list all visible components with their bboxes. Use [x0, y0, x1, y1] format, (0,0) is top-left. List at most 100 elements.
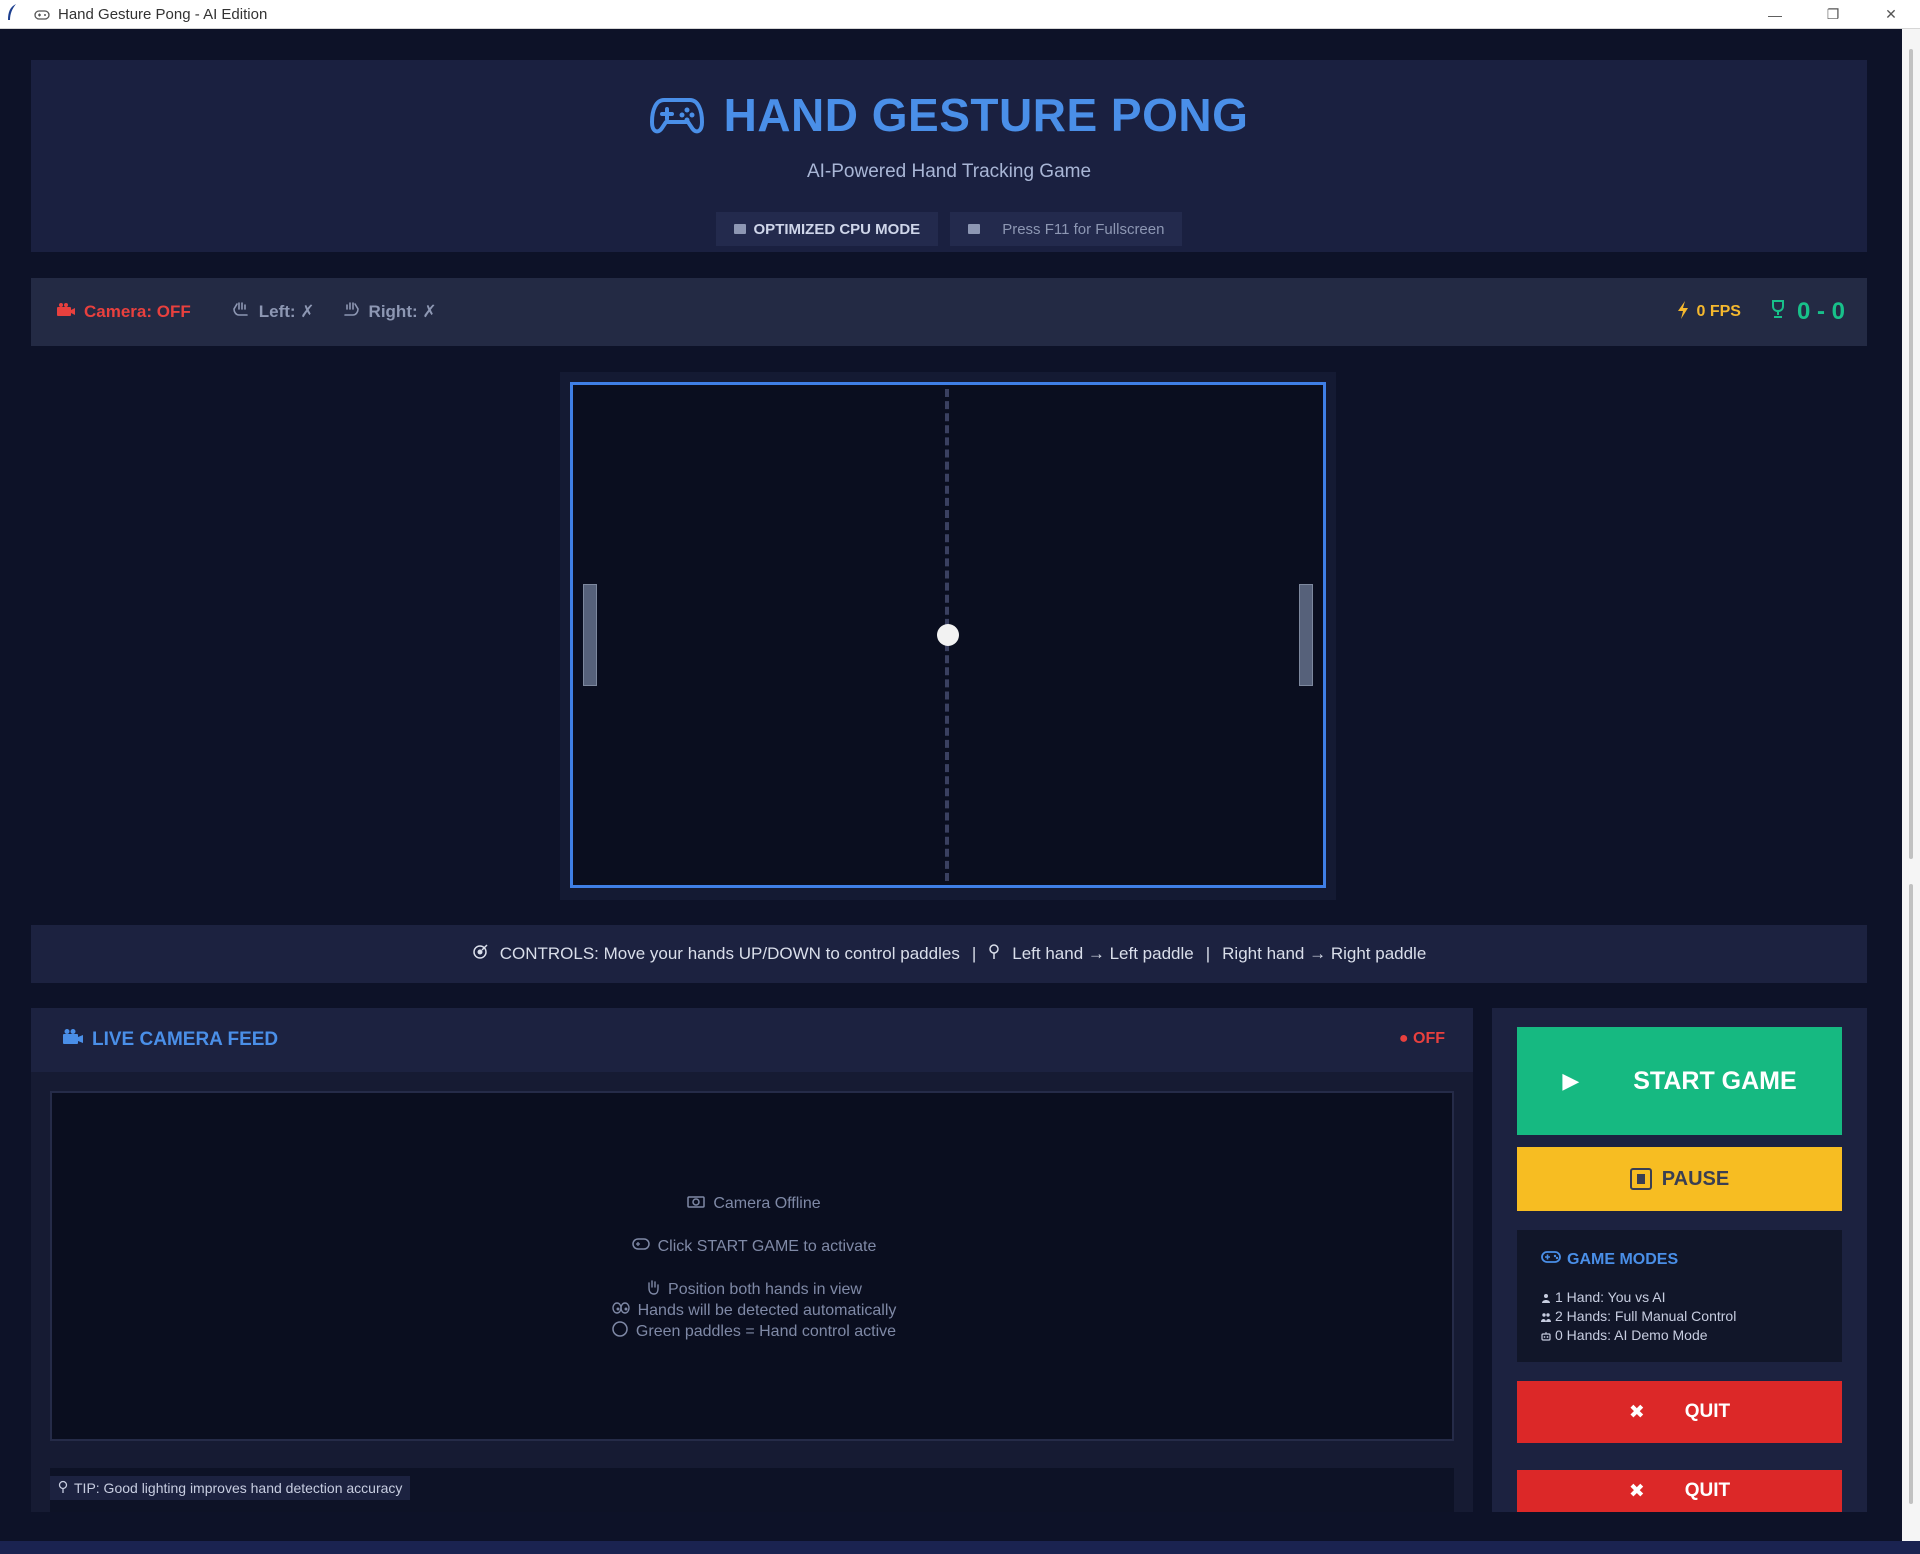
- vertical-scrollbar[interactable]: [1902, 29, 1920, 1541]
- cpu-mode-label: OPTIMIZED CPU MODE: [753, 220, 921, 238]
- camera-status: Camera: OFF: [56, 302, 191, 323]
- side-panel: ▶ START GAME PAUSE GAME MODES 1 Hand: Yo…: [1492, 1008, 1867, 1512]
- left-hand-mapping: Left hand → Left paddle: [1012, 944, 1194, 963]
- camera-status-label: Camera: OFF: [84, 302, 191, 321]
- camera-offline-messages: Camera Offline Click START GAME to activ…: [52, 1193, 1456, 1342]
- cpu-mode-badge: OPTIMIZED CPU MODE: [715, 212, 939, 246]
- list-item: 0 Hands: AI Demo Mode: [1541, 1326, 1736, 1345]
- window-controls: — ❐ ✕: [1746, 0, 1920, 29]
- quit-label: QUIT: [1684, 1480, 1731, 1501]
- scrollbar-thumb-lower[interactable]: [1909, 884, 1913, 1504]
- taskbar-edge: [0, 1541, 1920, 1554]
- controls-text: CONTROLS: Move your hands UP/DOWN to con…: [499, 944, 960, 963]
- left-hand-status: Left: ✗: [231, 301, 315, 324]
- page-title: HAND GESTURE PONG: [723, 89, 1249, 141]
- camera-view: Camera Offline Click START GAME to activ…: [50, 1091, 1454, 1441]
- activate-line: Click START GAME to activate: [52, 1236, 1456, 1257]
- page-subtitle: AI-Powered Hand Tracking Game: [806, 161, 1092, 182]
- circle-icon: [612, 1321, 628, 1342]
- pong-canvas[interactable]: [570, 382, 1326, 888]
- fullscreen-badge: Press F11 for Fullscreen: [950, 212, 1183, 246]
- camera-offline-line: Camera Offline: [52, 1193, 1456, 1214]
- fps-value: 0 FPS: [1696, 303, 1741, 320]
- left-hand-label: Left: ✗: [258, 302, 315, 321]
- feather-app-icon: [6, 3, 22, 26]
- tip-text: TIP: Good lighting improves hand detecti…: [74, 1480, 403, 1496]
- fps-counter: 0 FPS: [1677, 300, 1741, 324]
- gamepad-icon: [1541, 1250, 1561, 1269]
- position-line: Position both hands in view: [52, 1279, 1456, 1300]
- fullscreen-hint: Press F11 for Fullscreen: [1002, 220, 1165, 238]
- auto-detect-text: Hands will be detected automatically: [637, 1301, 897, 1319]
- green-paddle-line: Green paddles = Hand control active: [52, 1321, 1456, 1342]
- game-modes-title: GAME MODES: [1541, 1250, 1678, 1269]
- window-titlebar: Hand Gesture Pong - AI Edition — ❐ ✕: [0, 0, 1920, 29]
- mode-zero-hands: 0 Hands: AI Demo Mode: [1555, 1327, 1708, 1343]
- monitor-icon: [968, 224, 981, 234]
- score-value: 0 - 0: [1796, 298, 1845, 325]
- play-icon: ▶: [1562, 1068, 1580, 1093]
- pause-label: PAUSE: [1661, 1167, 1730, 1190]
- start-game-button[interactable]: ▶ START GAME: [1517, 1027, 1842, 1135]
- lightbulb-icon: [58, 1480, 68, 1497]
- game-modes-panel: GAME MODES 1 Hand: You vs AI 2 Hands: Fu…: [1517, 1230, 1842, 1362]
- camera-feed-title: LIVE CAMERA FEED: [62, 1028, 278, 1052]
- list-item: 1 Hand: You vs AI: [1541, 1288, 1736, 1307]
- app-header: HAND GESTURE PONG AI-Powered Hand Tracki…: [31, 60, 1867, 252]
- close-icon: ✖: [1628, 1401, 1645, 1423]
- mode-two-hands: 2 Hands: Full Manual Control: [1555, 1308, 1737, 1324]
- quit-button-secondary[interactable]: ✖ QUIT: [1517, 1470, 1842, 1512]
- auto-detect-line: Hands will be detected automatically: [52, 1300, 1456, 1321]
- position-text: Position both hands in view: [668, 1280, 862, 1298]
- controls-separator: |: [1205, 944, 1211, 963]
- status-bar: Camera: OFF Left: ✗ Right: ✗ 0 FPS 0 - 0: [31, 278, 1867, 346]
- tip-banner: TIP: Good lighting improves hand detecti…: [50, 1476, 411, 1500]
- restore-button[interactable]: ❐: [1804, 0, 1862, 29]
- quit-button[interactable]: ✖ QUIT: [1517, 1381, 1842, 1443]
- activate-text: Click START GAME to activate: [657, 1237, 877, 1255]
- camera-panel-header: LIVE CAMERA FEED ● OFF: [31, 1008, 1473, 1072]
- scrollbar-thumb[interactable]: [1909, 49, 1913, 859]
- list-item: 2 Hands: Full Manual Control: [1541, 1307, 1736, 1326]
- controls-separator: |: [971, 944, 977, 963]
- left-hand-icon: [231, 301, 251, 324]
- camera-panel: LIVE CAMERA FEED ● OFF Camera Offline Cl…: [31, 1008, 1473, 1512]
- game-modes-label: GAME MODES: [1567, 1250, 1679, 1268]
- camera-feed-label: LIVE CAMERA FEED: [92, 1029, 279, 1050]
- minimize-button[interactable]: —: [1746, 0, 1804, 29]
- target-icon: [472, 943, 488, 965]
- ball: [937, 624, 959, 646]
- person-icon: [1542, 1293, 1550, 1303]
- people-icon: [1541, 1312, 1551, 1322]
- start-game-label: START GAME: [1633, 1066, 1797, 1095]
- gamepad-icon: [34, 8, 50, 20]
- score-display: 0 - 0: [1769, 298, 1845, 326]
- trophy-icon: [1769, 298, 1787, 326]
- left-paddle: [583, 584, 597, 686]
- right-hand-status: Right: ✗: [341, 301, 437, 324]
- right-hand-label: Right: ✗: [368, 302, 437, 321]
- close-icon: ✖: [1628, 1480, 1645, 1502]
- robot-icon: [1541, 1331, 1551, 1341]
- tip-area: TIP: Good lighting improves hand detecti…: [50, 1468, 1454, 1512]
- controls-hint-bar: CONTROLS: Move your hands UP/DOWN to con…: [31, 925, 1867, 983]
- header-title-row: HAND GESTURE PONG: [31, 88, 1867, 142]
- mode-badges: OPTIMIZED CPU MODE Press F11 for Fullscr…: [31, 212, 1867, 246]
- right-paddle: [1299, 584, 1313, 686]
- lightning-icon: [1677, 300, 1689, 324]
- mode-one-hand: 1 Hand: You vs AI: [1555, 1289, 1666, 1305]
- gamepad-icon: [649, 94, 704, 136]
- camera-offline-text: Camera Offline: [713, 1194, 821, 1212]
- camera-icon: [687, 1194, 706, 1213]
- close-button[interactable]: ✕: [1862, 0, 1920, 29]
- video-camera-icon: [62, 1028, 84, 1052]
- pause-button[interactable]: PAUSE: [1517, 1147, 1842, 1211]
- pin-icon: [988, 943, 1000, 965]
- status-metrics: 0 FPS 0 - 0: [1677, 278, 1845, 346]
- green-paddle-text: Green paddles = Hand control active: [635, 1322, 897, 1340]
- right-hand-icon: [341, 301, 361, 324]
- eyes-icon: [611, 1301, 630, 1320]
- right-hand-mapping: Right hand → Right paddle: [1222, 944, 1427, 963]
- hand-icon: [646, 1279, 660, 1300]
- gamepad-icon: [631, 1237, 650, 1256]
